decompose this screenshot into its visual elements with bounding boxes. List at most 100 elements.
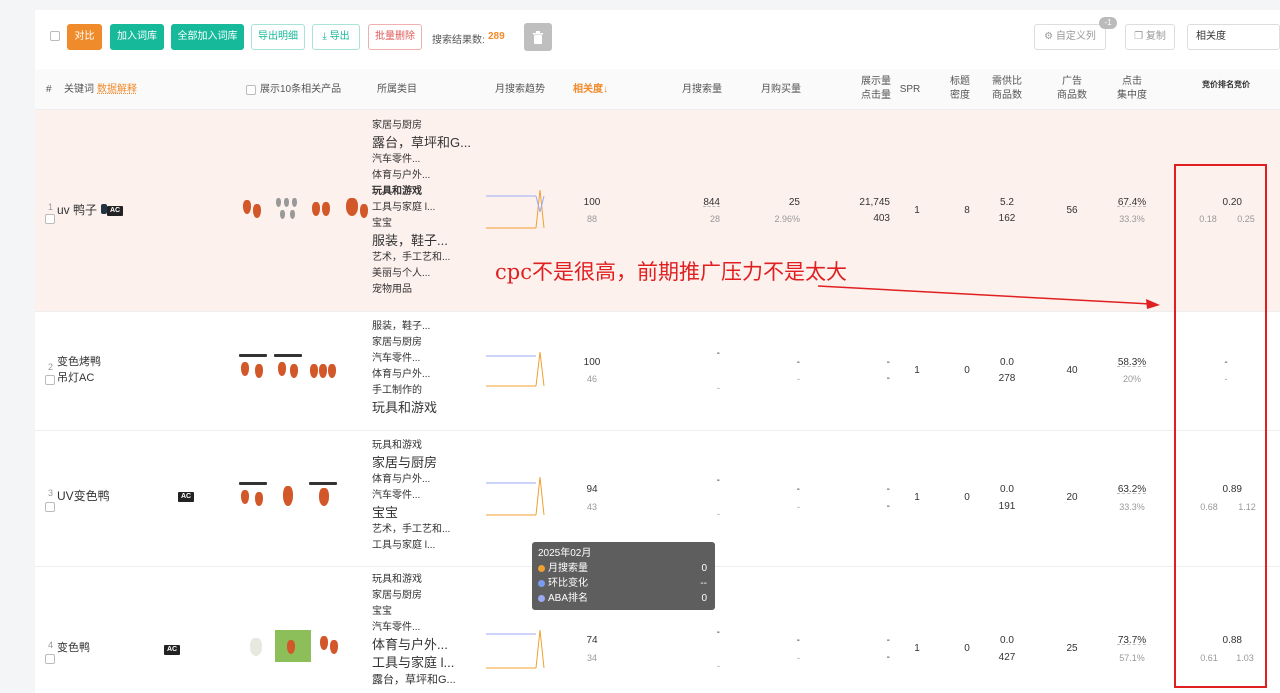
title-density-value: 8	[964, 205, 970, 216]
row-checkbox[interactable]	[45, 654, 55, 664]
product-thumbnail[interactable]	[237, 480, 269, 512]
batch-delete-button[interactable]: 批量删除	[368, 24, 422, 50]
category-item[interactable]: 体育与户外...	[372, 168, 472, 184]
product-thumbnails[interactable]	[237, 192, 374, 224]
export-button[interactable]: ⤓ 导出	[312, 24, 360, 50]
product-thumbnail[interactable]	[314, 630, 346, 662]
trend-tooltip: 2025年02月 月搜索量 0 环比变化 -- ABA排名 0	[532, 542, 715, 610]
category-item[interactable]: 家居与厨房	[372, 118, 472, 134]
gear-icon: ⚙	[1044, 31, 1056, 42]
row-checkbox[interactable]	[45, 214, 55, 224]
category-item[interactable]: 体育与户外...	[372, 472, 472, 488]
header-title-density[interactable]: 标题 密度	[946, 75, 974, 103]
category-item[interactable]: 美丽与个人...	[372, 266, 472, 282]
clicks-value: 403	[873, 213, 890, 224]
category-item[interactable]: 家居与厨房	[372, 454, 472, 472]
add-all-to-library-button[interactable]: 全部加入词库	[171, 24, 244, 50]
product-thumbnail[interactable]	[307, 480, 339, 512]
category-item[interactable]: 工具与家庭 l...	[372, 538, 472, 554]
category-item[interactable]: 体育与户外...	[372, 636, 472, 654]
category-item[interactable]: 家居与厨房	[372, 588, 472, 604]
category-item[interactable]: 玩具和游戏	[372, 572, 472, 588]
product-thumbnail[interactable]	[307, 352, 339, 384]
keyword-text[interactable]: 变色烤鸭	[57, 354, 101, 370]
trash-button[interactable]	[524, 23, 552, 51]
clicks-value: -	[886, 501, 890, 512]
monthly-trend-sparkline[interactable]	[486, 475, 546, 519]
category-item[interactable]: 服装，鞋子...	[372, 319, 472, 335]
monthly-search-sub: -	[717, 383, 720, 393]
header-show-products: 展示10条相关产品	[260, 84, 342, 95]
header-monthly-search[interactable]: 月搜索量	[682, 83, 722, 97]
keyword-text[interactable]: 变色鸭	[57, 640, 90, 656]
category-item[interactable]: 宝宝	[372, 216, 472, 232]
category-item[interactable]: 宝宝	[372, 604, 472, 620]
category-item[interactable]: 汽车零件...	[372, 351, 472, 367]
data-explain-link[interactable]: 数据解释	[97, 83, 137, 97]
sort-select[interactable]: 相关度	[1187, 24, 1280, 50]
header-supply-ratio[interactable]: 需供比 商品数	[988, 75, 1026, 103]
keyword-text[interactable]: UV变色鸭	[57, 488, 110, 504]
header-relevance[interactable]: 相关度↓	[573, 83, 608, 97]
category-item[interactable]: 露台，草坪和G...	[372, 134, 472, 152]
header-spr[interactable]: SPR	[898, 83, 922, 97]
category-item[interactable]: 艺术，手工艺和...	[372, 522, 472, 538]
category-item[interactable]: 家居与厨房	[372, 335, 472, 351]
category-item[interactable]: 工具与家庭 l...	[372, 654, 472, 672]
product-thumbnail[interactable]	[275, 630, 311, 662]
supply-ratio-value: 0.0	[1000, 484, 1014, 495]
category-item[interactable]: 汽车零件...	[372, 488, 472, 504]
product-thumbnails[interactable]	[237, 352, 339, 384]
annotation-box	[1174, 164, 1267, 688]
header-bid-rank[interactable]: 竞价排名竞价	[1196, 78, 1256, 92]
product-thumbnails[interactable]	[240, 630, 346, 662]
product-thumbnail[interactable]	[237, 352, 269, 384]
row-checkbox[interactable]	[45, 502, 55, 512]
custom-columns-button[interactable]: ⚙ 自定义列	[1034, 24, 1106, 50]
row-index: 2	[48, 362, 54, 372]
keyword-text[interactable]: uv 鸭子	[57, 202, 97, 218]
category-item[interactable]: 汽车零件...	[372, 620, 472, 636]
product-thumbnail[interactable]	[237, 192, 269, 224]
product-count-value: 162	[998, 213, 1016, 224]
category-item[interactable]: 宠物用品	[372, 282, 472, 298]
category-item[interactable]: 玩具和游戏	[372, 438, 472, 454]
result-count-label: 搜索结果数:	[432, 35, 485, 46]
table-row[interactable]	[35, 312, 1280, 431]
show-products-checkbox[interactable]	[246, 85, 256, 95]
compare-button[interactable]: 对比	[67, 24, 102, 50]
header-ad-products[interactable]: 广告 商品数	[1053, 75, 1091, 103]
row-checkbox[interactable]	[45, 375, 55, 385]
export-detail-button[interactable]: 导出明细	[251, 24, 305, 50]
product-thumbnail[interactable]	[307, 192, 339, 224]
category-item[interactable]: 宝宝	[372, 504, 472, 522]
copy-button[interactable]: ❐ 复制	[1125, 24, 1175, 50]
category-item[interactable]: 艺术，手工艺和...	[372, 250, 472, 266]
product-thumbnail[interactable]	[240, 630, 272, 662]
keyword-text-line2[interactable]: 吊灯AC	[57, 370, 94, 386]
select-all-checkbox[interactable]	[50, 31, 60, 41]
add-to-library-button[interactable]: 加入词库	[110, 24, 164, 50]
product-thumbnail[interactable]	[342, 192, 374, 224]
header-click-concentration[interactable]: 点击 集中度	[1113, 75, 1151, 103]
product-thumbnail[interactable]	[272, 352, 304, 384]
monthly-trend-sparkline[interactable]	[486, 350, 546, 390]
category-item[interactable]: 汽车零件...	[372, 152, 472, 168]
category-item[interactable]: 玩具和游戏	[372, 399, 472, 417]
product-thumbnail[interactable]	[272, 480, 304, 512]
category-item[interactable]: 服装，鞋子...	[372, 232, 472, 250]
ac-badge: AC	[107, 206, 123, 216]
tooltip-item-search: 月搜索量 0	[538, 561, 709, 576]
monthly-search-value[interactable]: 844	[690, 195, 720, 211]
category-item[interactable]: 露台，草坪和G...	[372, 672, 472, 688]
monthly-trend-sparkline[interactable]	[486, 628, 546, 672]
product-thumbnails[interactable]	[237, 480, 339, 512]
category-item[interactable]: 玩具和游戏	[372, 184, 472, 200]
header-impressions[interactable]: 展示量 点击量	[856, 75, 896, 103]
header-monthly-purchase[interactable]: 月购买量	[761, 83, 801, 97]
product-thumbnail[interactable]	[272, 192, 304, 224]
monthly-trend-sparkline[interactable]	[486, 188, 546, 232]
category-item[interactable]: 体育与户外...	[372, 367, 472, 383]
category-item[interactable]: 工具与家庭 l...	[372, 200, 472, 216]
category-item[interactable]: 手工制作的	[372, 383, 472, 399]
